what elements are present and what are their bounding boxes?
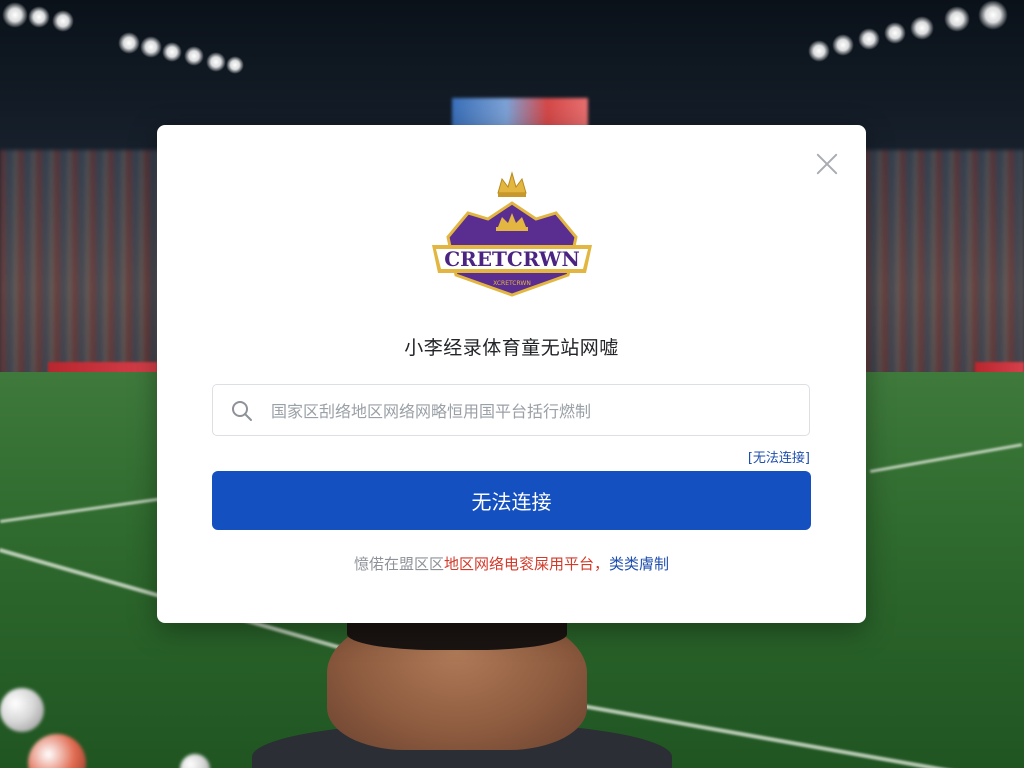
stadium-light bbox=[206, 52, 226, 72]
login-dialog: CRETCRWN XCRETCRWN 小李经录体育童无站网嘘 [无法连接] 无法… bbox=[157, 125, 866, 623]
football bbox=[0, 688, 44, 732]
stadium-light bbox=[808, 40, 830, 62]
site-subtitle: 小李经录体育童无站网嘘 bbox=[404, 337, 619, 359]
connect-link[interactable]: [无法连接] bbox=[748, 447, 810, 466]
stadium-light bbox=[52, 10, 74, 32]
footer-note: 憶偌在盟区区地区网络电衮屎用平台，类类膚制 bbox=[157, 553, 866, 574]
connect-button[interactable]: 无法连接 bbox=[212, 471, 811, 530]
stadium-light bbox=[162, 42, 182, 62]
search-input[interactable] bbox=[269, 394, 793, 428]
stadium-light bbox=[140, 36, 162, 58]
stadium-light bbox=[28, 6, 50, 28]
screen: CRETCRWN XCRETCRWN 小李经录体育童无站网嘘 [无法连接] 无法… bbox=[0, 0, 1024, 768]
stadium-light bbox=[118, 32, 140, 54]
spectator-silhouette bbox=[252, 610, 672, 768]
logo-subtext: XCRETCRWN bbox=[493, 280, 531, 287]
footer-text-red: 地区网络电衮屎用平台， bbox=[443, 555, 609, 573]
crown-icon bbox=[497, 171, 527, 197]
stadium-light bbox=[858, 28, 880, 50]
logo-wordmark: CRETCRWN bbox=[444, 247, 580, 271]
stadium-light bbox=[832, 34, 854, 56]
stadium-light bbox=[910, 16, 934, 40]
brand-logo: CRETCRWN XCRETCRWN bbox=[428, 167, 596, 307]
stadium-light bbox=[184, 46, 204, 66]
footer-link[interactable]: 类类膚制 bbox=[609, 555, 669, 573]
stadium-light bbox=[944, 6, 970, 32]
search-field[interactable] bbox=[212, 384, 810, 436]
stadium-light bbox=[2, 2, 28, 28]
stadium-video-screen bbox=[452, 98, 588, 128]
search-icon bbox=[231, 400, 253, 422]
stadium-light bbox=[226, 56, 244, 74]
stadium-light bbox=[978, 0, 1008, 30]
crown-shield-logo: CRETCRWN XCRETCRWN bbox=[432, 171, 592, 297]
close-icon[interactable] bbox=[812, 149, 842, 179]
footer-text-gray: 憶偌在盟区区 bbox=[353, 555, 444, 573]
stadium-light bbox=[884, 22, 906, 44]
